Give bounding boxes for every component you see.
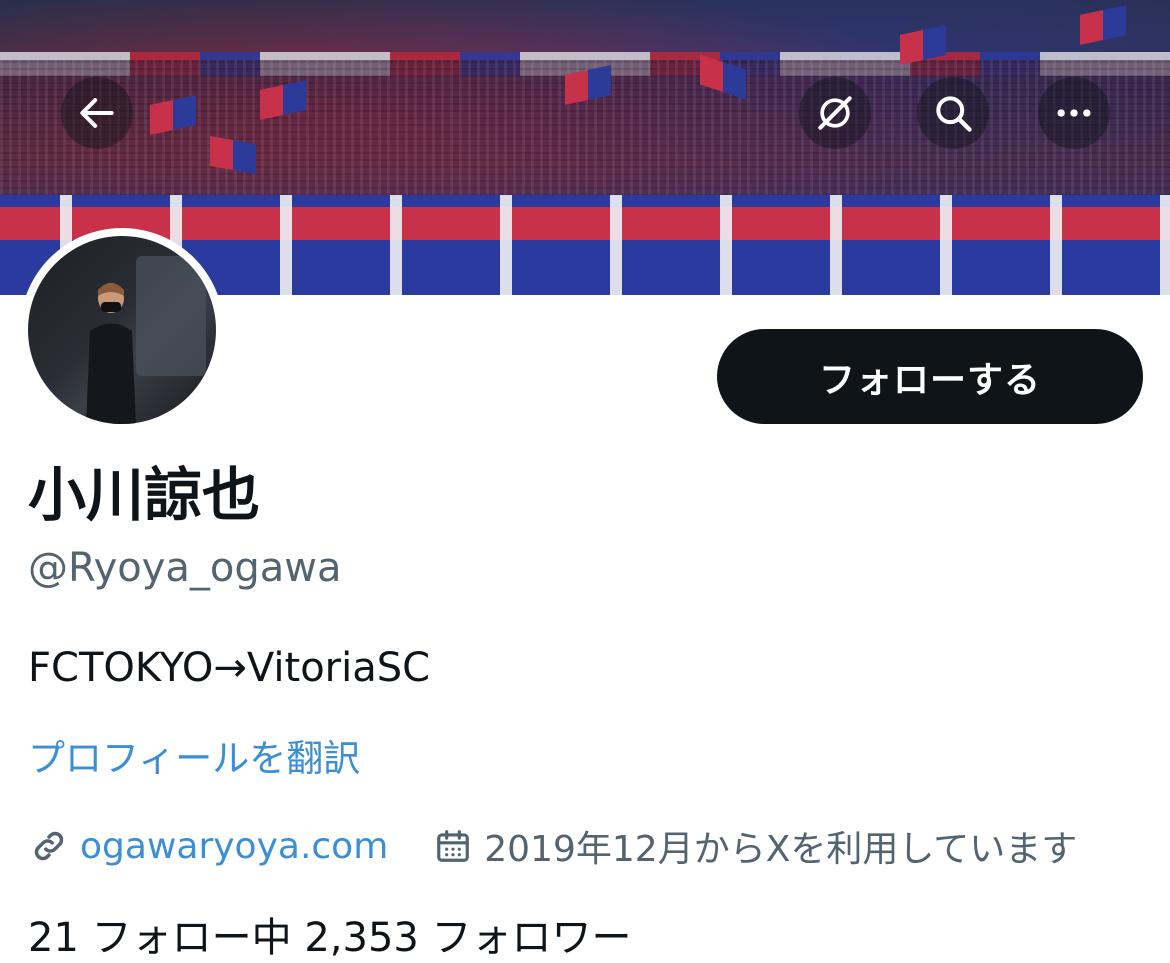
avatar[interactable] [20,228,224,432]
notifications-button[interactable] [799,77,871,149]
website-link[interactable]: ogawaryoya.com [80,826,388,867]
avatar-background-window [136,256,206,376]
joined-text: 2019年12月からXを利用しています [484,829,1078,870]
avatar-image [28,236,216,424]
profile-meta: ogawaryoya.com 2019年12月からXを利用しています [28,818,1077,874]
search-icon [936,96,972,132]
avatar-person-figure [86,283,136,424]
arrow-left-icon [80,98,114,128]
follow-button[interactable]: フォローする [717,329,1143,424]
profile-handle: @Ryoya_ogawa [28,545,342,591]
search-button[interactable] [917,77,989,149]
more-button[interactable] [1038,77,1110,149]
profile-bio: FCTOKYO→VitoriaSC [28,645,431,691]
translate-profile-link[interactable]: プロフィールを翻訳 [28,732,360,786]
follow-stats[interactable]: 21 フォロー中 2,353 フォロワー [28,905,632,963]
joined-date: 2019年12月からXを利用しています [432,820,1077,872]
calendar-icon [432,825,474,867]
back-button[interactable] [61,77,133,149]
flag-graphic [1080,5,1126,45]
link-icon [28,825,70,867]
notifications-off-icon [818,96,852,130]
more-icon [1057,109,1091,117]
display-name: 小川諒也 [28,461,261,529]
